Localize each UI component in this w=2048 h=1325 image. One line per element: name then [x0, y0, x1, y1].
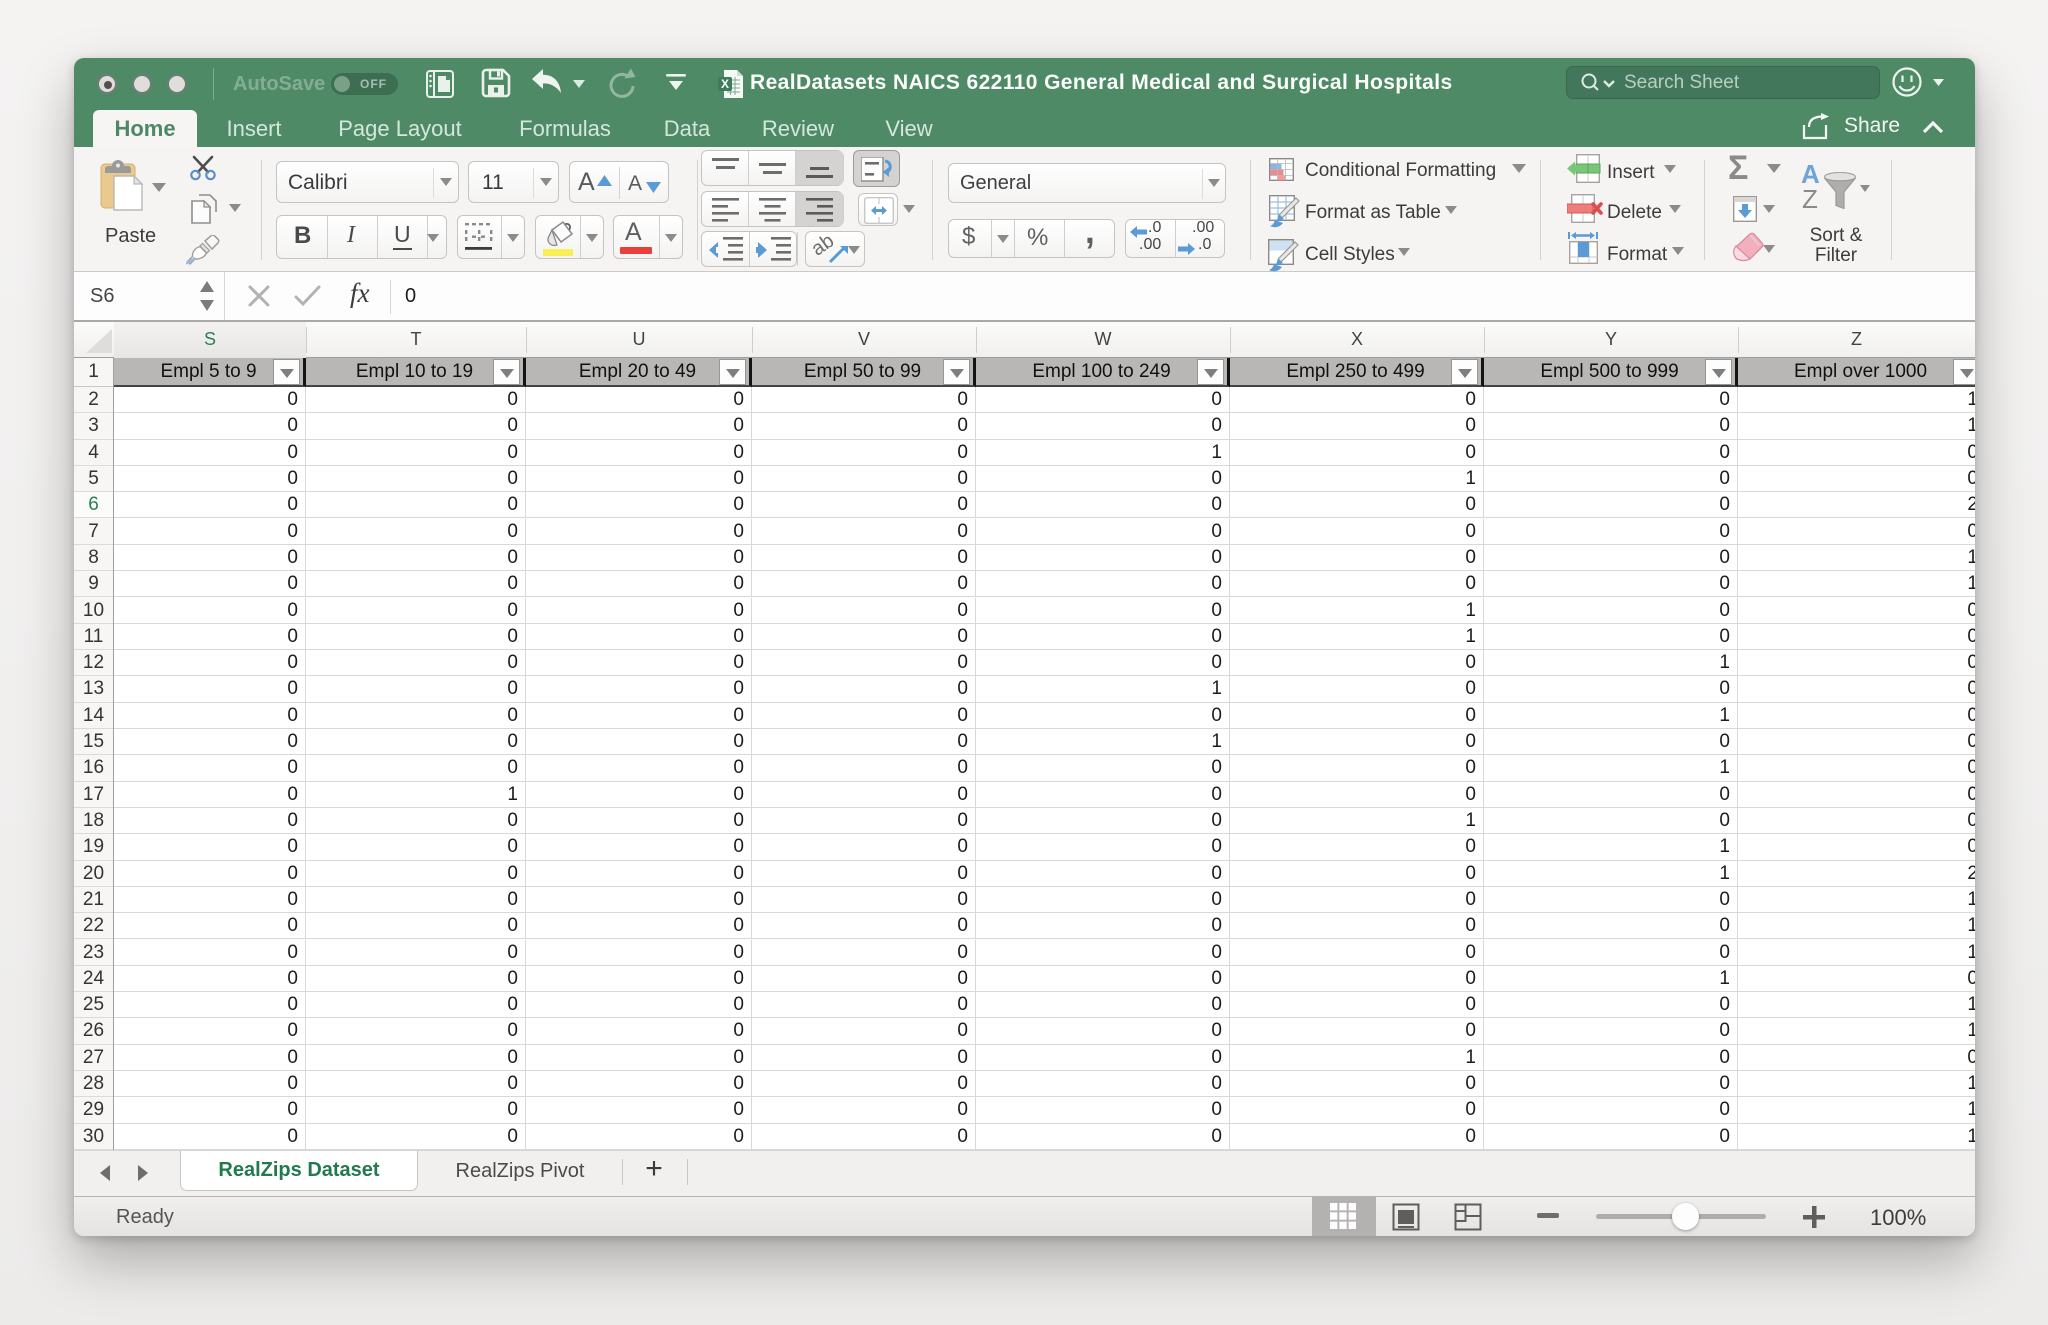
- svg-text:X: X: [721, 77, 729, 91]
